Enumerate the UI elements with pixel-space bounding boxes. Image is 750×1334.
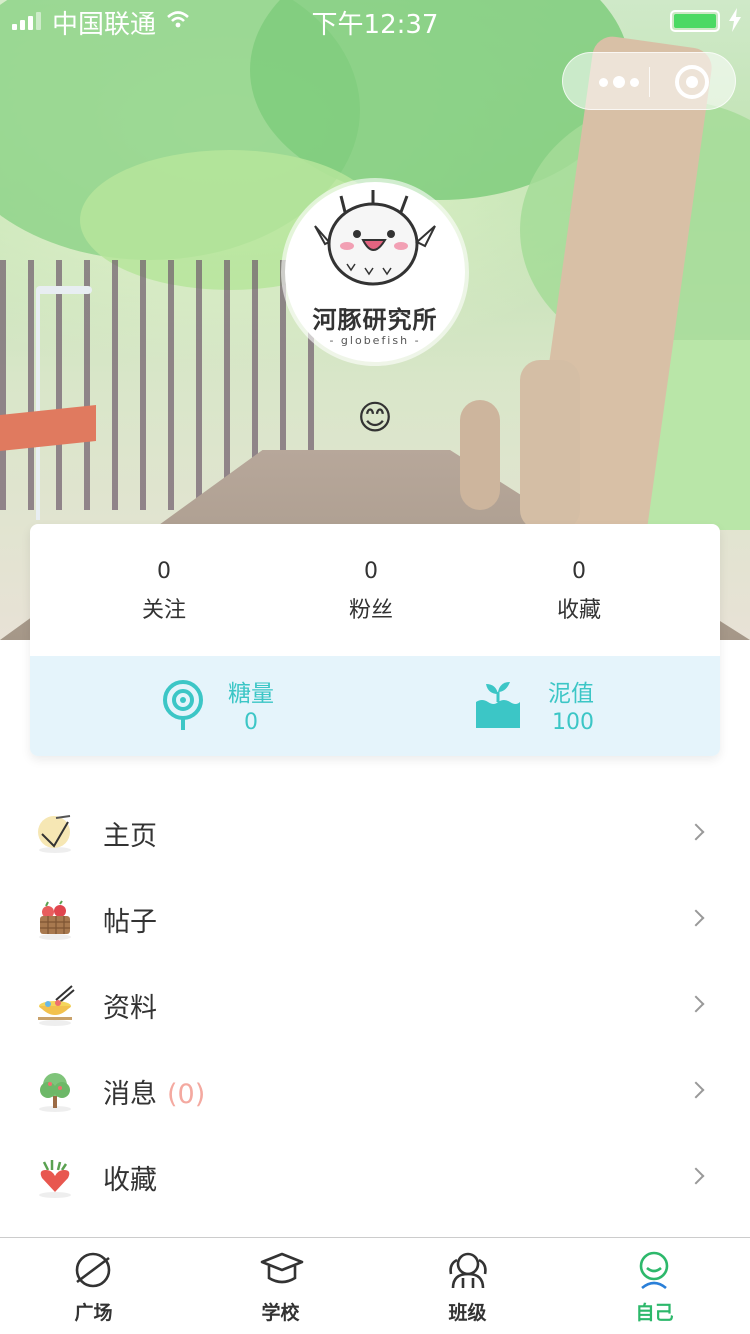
metric-value-sugar: 0 — [244, 710, 258, 735]
noodle-bowl-icon — [38, 985, 75, 1026]
chevron-right-icon — [687, 823, 705, 841]
menu-item-posts[interactable]: 帖子 — [0, 878, 750, 964]
stat-favorites[interactable]: 0 收藏 — [479, 556, 679, 624]
metric-label-mud: 泥值 — [548, 681, 594, 707]
menu-item-favorites[interactable]: 收藏 — [0, 1136, 750, 1222]
message-count: (0) — [167, 1079, 206, 1110]
tab-class[interactable]: 班级 — [374, 1238, 561, 1334]
tree-icon — [39, 1073, 71, 1112]
menu-label: 收藏 — [103, 1165, 157, 1196]
chevron-right-icon — [687, 1081, 705, 1099]
menu-label: 资料 — [103, 993, 157, 1024]
tab-school[interactable]: 学校 — [187, 1238, 374, 1334]
status-bar: 中国联通 下午12:37 — [0, 0, 750, 40]
lollipop-icon — [163, 680, 203, 730]
rice-ball-icon — [38, 815, 71, 853]
stat-label: 收藏 — [556, 598, 601, 623]
tab-me[interactable]: 自己 — [561, 1238, 748, 1334]
battery-icon — [670, 10, 720, 32]
menu-label: 消息 (0) — [103, 1079, 206, 1110]
mini-program-capsule — [562, 52, 736, 110]
status-emoji: 😊 — [357, 398, 393, 438]
avatar[interactable]: 河豚研究所 - globefish - — [285, 182, 465, 362]
stat-following[interactable]: 0 关注 — [64, 556, 264, 624]
basket-icon — [39, 900, 71, 940]
graduation-cap-icon — [260, 1252, 304, 1284]
chevron-right-icon — [687, 995, 705, 1013]
stat-label: 粉丝 — [348, 598, 393, 623]
metric-value-mud: 100 — [552, 710, 594, 735]
avatar-subtext: - globefish - — [329, 334, 421, 347]
menu-item-profile-info[interactable]: 资料 — [0, 964, 750, 1050]
chevron-right-icon — [687, 1167, 705, 1185]
menu-item-home[interactable]: 主页 — [0, 792, 750, 878]
stat-followers[interactable]: 0 粉丝 — [271, 556, 471, 624]
clock: 下午12:37 — [311, 10, 439, 40]
stats-row: 0 关注 0 粉丝 0 收藏 — [30, 524, 720, 656]
group-icon — [449, 1252, 487, 1289]
stat-label: 关注 — [141, 598, 186, 623]
more-dots-icon[interactable] — [587, 53, 651, 111]
planet-icon — [75, 1252, 111, 1288]
smile-person-icon — [639, 1251, 669, 1290]
bottom-tab-bar: 广场 学校 班级 自己 — [0, 1237, 750, 1334]
street-lamp-illustration — [36, 290, 40, 520]
sprout-pot-icon — [476, 682, 520, 728]
target-close-icon[interactable] — [675, 65, 709, 99]
chevron-right-icon — [687, 909, 705, 927]
tab-label: 广场 — [74, 1302, 113, 1324]
metric-label-sugar: 糖量 — [228, 681, 274, 707]
tab-label: 自己 — [635, 1302, 674, 1324]
stat-value: 0 — [572, 559, 586, 584]
menu-label: 帖子 — [103, 907, 157, 938]
tab-plaza[interactable]: 广场 — [0, 1238, 187, 1334]
stat-value: 0 — [157, 559, 171, 584]
profile-stats-card: 0 关注 0 粉丝 0 收藏 糖量 0 泥值 100 — [30, 524, 720, 756]
avatar-text: 河豚研究所 — [312, 306, 438, 334]
charging-icon — [729, 8, 741, 32]
tab-label: 学校 — [261, 1302, 300, 1324]
stat-value: 0 — [364, 559, 378, 584]
tab-label: 班级 — [448, 1302, 487, 1324]
menu-label: 主页 — [103, 821, 157, 852]
carrot-heart-icon — [39, 1160, 71, 1198]
menu-item-messages[interactable]: 消息 (0) — [0, 1050, 750, 1136]
metrics-row: 糖量 0 泥值 100 — [30, 656, 720, 756]
